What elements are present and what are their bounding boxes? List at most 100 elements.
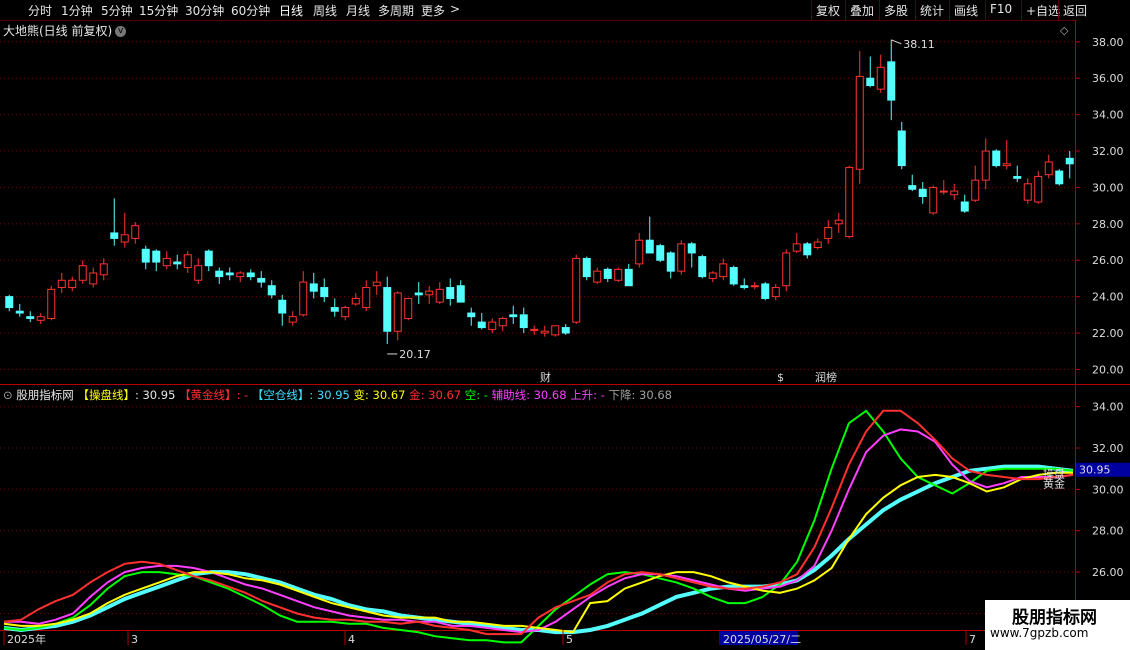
- candle-body: [1065, 157, 1074, 165]
- event-marker-2: 润榜: [815, 370, 837, 384]
- indicator-value-6: 变: 30.67: [353, 388, 410, 402]
- candle-body: [89, 272, 98, 285]
- candle-body: [131, 225, 140, 239]
- indicator-value-9: 辅助线: 30.68: [491, 388, 571, 402]
- indicator-line-操盘线: [3, 471, 1073, 634]
- candle-body: [551, 325, 560, 336]
- indicator-name: 股朋指标网: [16, 388, 78, 402]
- candle-body: [782, 252, 791, 287]
- indicator-chevron-icon[interactable]: ⊙: [3, 388, 16, 402]
- candle-body: [614, 268, 623, 281]
- candle-body: [698, 256, 707, 278]
- candle-body: [215, 270, 224, 278]
- candle-body: [845, 166, 854, 238]
- candle-body: [383, 287, 392, 332]
- side-label-1: 黄金: [1043, 477, 1065, 491]
- indicator-tick-label: 30.00: [1092, 483, 1124, 496]
- candle-body: [855, 75, 864, 170]
- candle-body: [992, 150, 1001, 167]
- candle-body: [677, 243, 686, 272]
- price-tick-label: 24.00: [1092, 291, 1124, 304]
- candle-body: [687, 243, 696, 254]
- candle-body: [866, 77, 875, 87]
- indicator-title: ⊙ 股朋指标网 【操盘线】: 30.95 【黄金线】: - 【空仓线】: 30.…: [3, 387, 672, 403]
- candle-body: [834, 219, 843, 225]
- candle-body: [887, 61, 896, 101]
- candle-body: [750, 285, 759, 288]
- candle-body: [435, 288, 444, 303]
- candle-body: [761, 283, 770, 299]
- watermark-url: www.7gpzb.com: [990, 626, 1089, 640]
- candle-body: [152, 250, 161, 263]
- candle-body: [960, 201, 969, 212]
- event-marker-0: 财: [540, 370, 551, 384]
- low-label: 20.17: [399, 348, 431, 361]
- x-tick-label-0: 2025年: [7, 632, 46, 646]
- candle-body: [708, 272, 717, 279]
- indicator-value-7: 金: 30.67: [409, 388, 465, 402]
- indicator-value-3: : -: [236, 388, 252, 402]
- candle-body: [309, 283, 318, 292]
- candle-body: [876, 66, 885, 90]
- x-tick-label-4: 2025/05/27/二: [723, 633, 801, 646]
- candle-body: [1034, 176, 1043, 203]
- x-tick-label-1: 3: [131, 633, 138, 646]
- candle-body: [26, 316, 35, 319]
- candle-body: [530, 328, 539, 331]
- candle-body: [404, 297, 413, 319]
- price-tick-label: 22.00: [1092, 327, 1124, 340]
- indicator-value-4: 【空仓线】: [251, 388, 310, 402]
- candle-body: [246, 272, 255, 278]
- candle-body: [456, 285, 465, 303]
- candle-body: [582, 257, 591, 278]
- candle-body: [36, 316, 45, 321]
- candle-body: [288, 316, 297, 323]
- candle-body: [561, 327, 570, 334]
- candle-body: [813, 241, 822, 248]
- indicator-line-空仓线: [3, 464, 1074, 635]
- indicator-tick-label: 32.00: [1092, 442, 1124, 455]
- candle-body: [929, 186, 938, 214]
- candle-body: [540, 330, 549, 334]
- indicator-tick-label: 28.00: [1092, 525, 1124, 538]
- candle-body: [488, 321, 497, 330]
- candle-body: [330, 307, 339, 312]
- candle-body: [425, 290, 434, 296]
- candle-body: [771, 287, 780, 298]
- candle-body: [624, 268, 633, 287]
- candle-body: [204, 250, 213, 267]
- candle-body: [1002, 163, 1011, 167]
- candle-body: [78, 265, 87, 281]
- candle-body: [341, 307, 350, 318]
- candle-body: [519, 314, 528, 329]
- candle-body: [477, 321, 486, 329]
- candle-body: [446, 287, 455, 299]
- candle-body: [57, 279, 66, 289]
- candle-body: [645, 239, 654, 254]
- candle-body: [110, 232, 119, 239]
- candle-body: [1044, 161, 1053, 176]
- candle-body: [15, 310, 24, 314]
- candle-body: [173, 261, 182, 265]
- candle-body: [572, 257, 581, 323]
- indicator-value-1: : 30.95: [134, 388, 180, 402]
- candle-body: [236, 272, 245, 278]
- indicator-line-空: [3, 409, 1074, 644]
- candle-body: [257, 277, 266, 283]
- candle-body: [1055, 170, 1064, 185]
- price-tick-label: 32.00: [1092, 145, 1124, 158]
- candle-body: [603, 268, 612, 279]
- candle-body: [68, 279, 77, 289]
- candle-body: [5, 296, 14, 309]
- candle-body: [918, 188, 927, 198]
- candle-body: [1023, 183, 1032, 201]
- candle-body: [635, 239, 644, 265]
- price-and-indicator-chart[interactable]: 20.00 22.00 24.00 26.00 28.00 30.00 32.00 34.00…: [0, 0, 1130, 650]
- candle-body: [1013, 176, 1022, 179]
- candle-body: [194, 265, 203, 281]
- candle-body: [99, 263, 108, 276]
- candle-body: [278, 299, 287, 314]
- candle-body: [897, 130, 906, 167]
- candle-body: [351, 297, 360, 305]
- price-tick-label: 26.00: [1092, 254, 1124, 267]
